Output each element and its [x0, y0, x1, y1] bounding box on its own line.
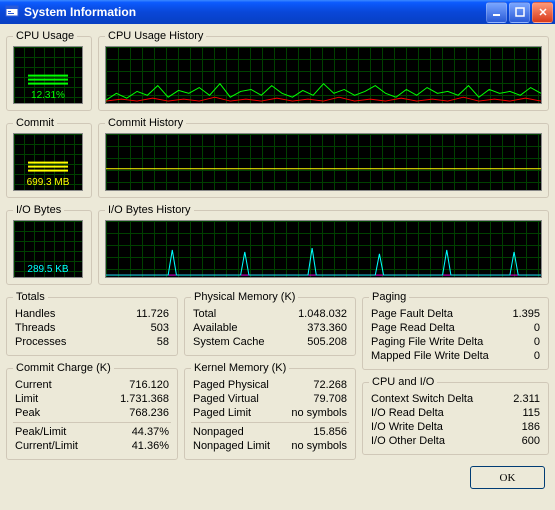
- threads-value: 503: [151, 322, 169, 334]
- minimize-button[interactable]: [486, 2, 507, 23]
- commit-history-label: Commit History: [105, 117, 186, 129]
- kernel-memory-group: Kernel Memory (K) Paged Physical72.268 P…: [184, 362, 356, 460]
- cpu-history-graph: CPU Usage History: [98, 30, 549, 111]
- totals-legend: Totals: [13, 291, 48, 303]
- cpu-io-legend: CPU and I/O: [369, 376, 437, 388]
- commit-gauge: Commit 699.3 MB: [6, 117, 92, 198]
- totals-group: Totals Handles 11.726 Threads 503 Processe…: [6, 291, 178, 356]
- threads-label: Threads: [15, 322, 55, 334]
- io-bytes-gauge: I/O Bytes 289.5 KB: [6, 204, 92, 285]
- commit-value: 699.3 MB: [14, 177, 82, 188]
- io-history-label: I/O Bytes History: [105, 204, 194, 216]
- cpu-usage-label: CPU Usage: [13, 30, 77, 42]
- commit-label: Commit: [13, 117, 57, 129]
- maximize-button[interactable]: [509, 2, 530, 23]
- commit-history-graph: Commit History: [98, 117, 549, 198]
- io-history-graph: I/O Bytes History: [98, 204, 549, 285]
- titlebar: System Information: [0, 0, 555, 24]
- cpu-usage-value: 12.31%: [14, 90, 82, 101]
- window-title: System Information: [24, 5, 136, 19]
- io-bytes-label: I/O Bytes: [13, 204, 64, 216]
- processes-value: 58: [157, 336, 169, 348]
- ok-button[interactable]: OK: [470, 466, 545, 489]
- physical-memory-group: Physical Memory (K) Total1.048.032 Avail…: [184, 291, 356, 356]
- paging-group: Paging Page Fault Delta1.395 Page Read D…: [362, 291, 549, 370]
- cpu-io-group: CPU and I/O Context Switch Delta2.311 I/…: [362, 376, 549, 455]
- close-button[interactable]: [532, 2, 553, 23]
- commit-charge-group: Commit Charge (K) Current716.120 Limit1.…: [6, 362, 178, 460]
- cpu-usage-gauge: CPU Usage 12.31%: [6, 30, 92, 111]
- app-icon: [4, 4, 20, 20]
- commit-charge-legend: Commit Charge (K): [13, 362, 114, 374]
- physical-memory-legend: Physical Memory (K): [191, 291, 298, 303]
- handles-value: 11.726: [136, 308, 169, 320]
- handles-label: Handles: [15, 308, 55, 320]
- paging-legend: Paging: [369, 291, 409, 303]
- cpu-history-label: CPU Usage History: [105, 30, 206, 42]
- io-bytes-value: 289.5 KB: [14, 264, 82, 275]
- processes-label: Processes: [15, 336, 66, 348]
- kernel-memory-legend: Kernel Memory (K): [191, 362, 289, 374]
